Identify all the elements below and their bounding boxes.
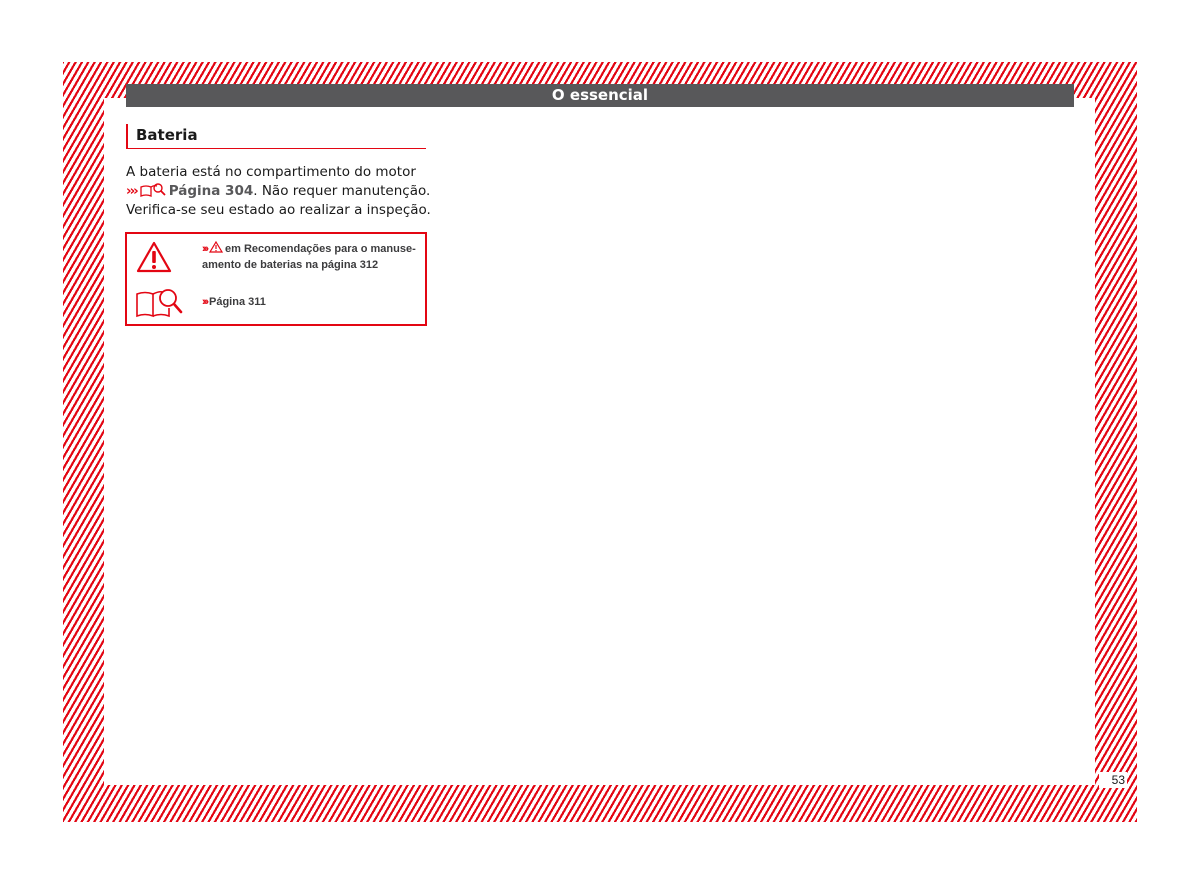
body-line-2: ››› Página 304. Não requer manutenção. (126, 182, 431, 201)
body-line-3: Verifica-se seu estado ao realizar a ins… (126, 202, 431, 218)
page-number: 53 (1099, 772, 1127, 788)
body-line-1: A bateria está no compartimento do motor (126, 164, 416, 180)
info-box: ››› em Recomendações para o manuse- amen… (125, 232, 427, 326)
manual-page: O essencial Bateria A bateria está no co… (0, 0, 1200, 884)
reference-arrows: ››› (126, 183, 139, 199)
page-reference-link[interactable]: Página 304 (169, 183, 254, 199)
page-reference-text: Página 311 (209, 296, 266, 308)
small-warning-icon (209, 241, 223, 253)
section-heading: Bateria (126, 124, 426, 149)
warning-arrows: ››› (202, 243, 209, 255)
book-magnifier-icon (140, 183, 166, 197)
book-magnifier-icon (136, 289, 183, 318)
body-paragraph: A bateria está no compartimento do motor… (126, 163, 431, 220)
warning-reference-line-1[interactable]: ››› em Recomendações para o manuse- (202, 241, 416, 257)
reference-arrows-box: ››› (202, 296, 209, 308)
warning-reference-line-2: amento de baterias na página 312 (202, 259, 379, 271)
warning-triangle-icon (136, 241, 172, 273)
warning-text-line-1: em Recomendações para o manuse- (225, 243, 416, 255)
page-reference-line[interactable]: ››› Página 311 (202, 295, 266, 310)
chapter-header: O essencial (126, 84, 1074, 107)
body-line-2-rest: . Não requer manutenção. (253, 183, 431, 199)
